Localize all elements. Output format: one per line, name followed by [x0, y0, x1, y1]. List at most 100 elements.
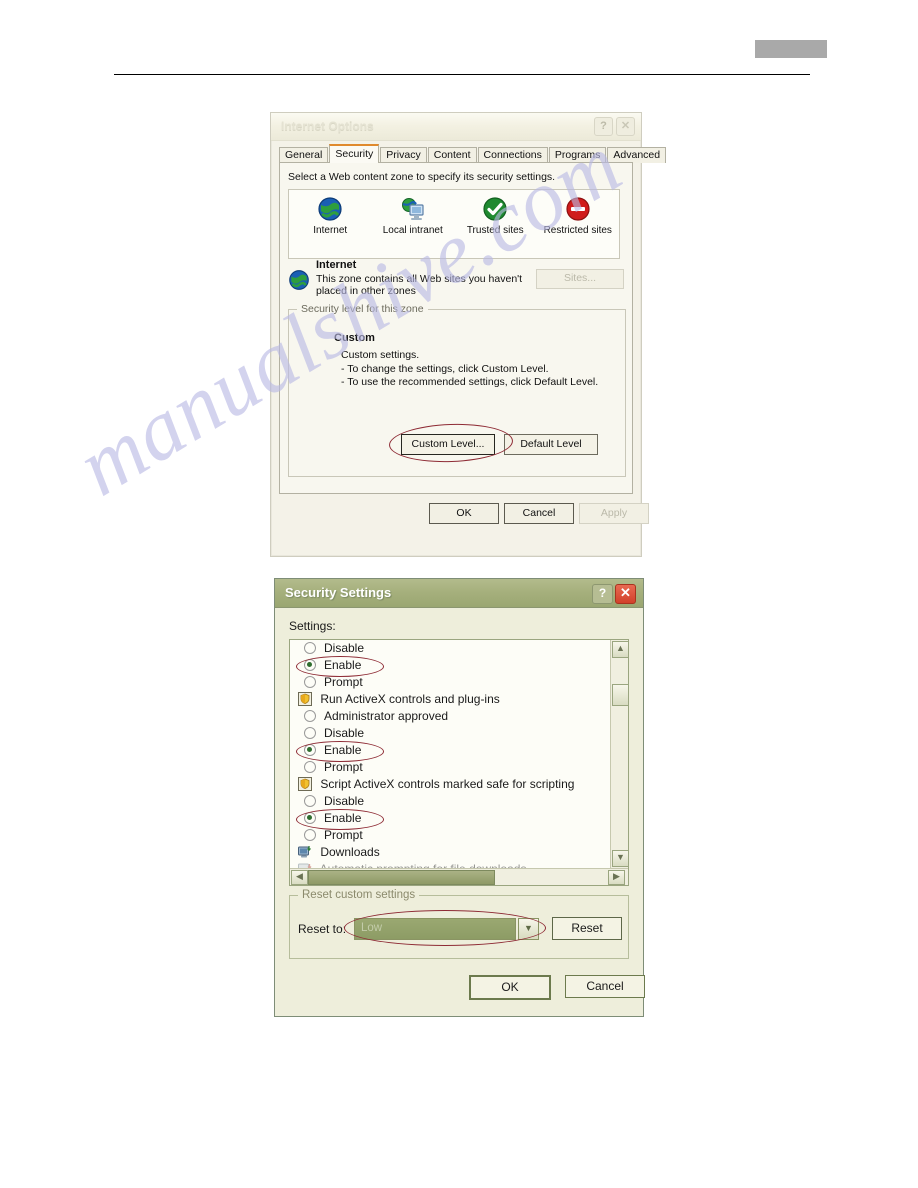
red-minus-icon: [565, 196, 591, 222]
computer-globe-icon: [400, 196, 426, 222]
security-level-line-3: - To use the recommended settings, click…: [341, 376, 599, 388]
list-item[interactable]: Prompt: [290, 827, 610, 844]
page-header: [0, 0, 918, 90]
radio-icon[interactable]: [304, 795, 316, 807]
default-level-button[interactable]: Default Level: [504, 434, 598, 455]
security-settings-titlebar[interactable]: Security Settings ? ✕: [275, 579, 643, 608]
tab-general[interactable]: General: [279, 147, 329, 163]
internet-options-title: Internet Options: [281, 119, 374, 133]
radio-icon[interactable]: [304, 659, 316, 671]
scroll-down-icon[interactable]: ▼: [612, 850, 629, 867]
zone-item-local-intranet[interactable]: Local intranet: [377, 196, 449, 236]
chevron-down-icon[interactable]: ▼: [518, 918, 539, 940]
reset-group-legend: Reset custom settings: [298, 889, 420, 901]
tab-content[interactable]: Content: [427, 147, 477, 163]
security-level-line-1: Custom settings.: [341, 349, 420, 361]
list-item[interactable]: Enable: [290, 809, 610, 830]
zone-selector: Internet Local intranet Trusted sites Re…: [288, 189, 620, 259]
scroll-left-icon[interactable]: ◀: [291, 870, 308, 885]
apply-button[interactable]: Apply: [579, 503, 649, 524]
reset-custom-settings-group: Reset custom settings Reset to: Low ▼ Re…: [289, 889, 629, 959]
list-item-label: Prompt: [324, 760, 363, 774]
horizontal-scrollbar[interactable]: ◀ ▶: [290, 868, 628, 885]
selected-zone-name: Internet: [316, 259, 357, 271]
sites-button[interactable]: Sites...: [536, 269, 624, 289]
reset-to-select[interactable]: Low: [354, 918, 516, 940]
tab-connections[interactable]: Connections: [477, 147, 548, 163]
radio-icon[interactable]: [304, 812, 316, 824]
radio-icon[interactable]: [304, 710, 316, 722]
tab-privacy[interactable]: Privacy: [380, 147, 427, 163]
selected-zone-text: This zone contains all Web sites you hav…: [316, 273, 523, 297]
ok-button[interactable]: OK: [429, 503, 499, 524]
list-item-label: Enable: [324, 811, 362, 825]
radio-icon[interactable]: [304, 761, 316, 773]
radio-icon[interactable]: [304, 642, 316, 654]
radio-icon[interactable]: [304, 829, 316, 841]
zone-intro-text: Select a Web content zone to specify its…: [288, 171, 556, 183]
settings-list-items: Disable Enable Prompt Run ActiveX contro…: [290, 640, 610, 868]
radio-icon[interactable]: [304, 676, 316, 688]
zone-label-internet: Internet: [313, 225, 348, 236]
internet-options-tabstrip: General Security Privacy Content Connect…: [279, 144, 667, 163]
vertical-scrollbar-thumb[interactable]: [612, 684, 629, 706]
reset-to-value: Low: [361, 922, 383, 934]
downloads-icon: [298, 845, 312, 859]
globe-icon: [288, 269, 310, 291]
list-item[interactable]: Downloads: [290, 844, 610, 861]
zone-item-trusted-sites[interactable]: Trusted sites: [459, 196, 531, 236]
list-item-label: Administrator approved: [324, 709, 449, 723]
help-icon[interactable]: ?: [594, 117, 613, 136]
list-item[interactable]: Disable: [290, 793, 610, 810]
list-item[interactable]: Automatic prompting for file downloads: [290, 861, 610, 868]
custom-level-button[interactable]: Custom Level...: [401, 434, 495, 455]
list-item[interactable]: Enable: [290, 656, 610, 677]
zone-label-local-intranet: Local intranet: [382, 225, 443, 236]
header-redaction-box: [755, 40, 827, 58]
list-item[interactable]: Administrator approved: [290, 708, 610, 725]
zone-item-restricted-sites[interactable]: Restricted sites: [542, 196, 614, 236]
list-item[interactable]: Run ActiveX controls and plug-ins: [290, 691, 610, 708]
list-item[interactable]: Prompt: [290, 759, 610, 776]
scroll-right-icon[interactable]: ▶: [608, 870, 625, 885]
list-item-label: Run ActiveX controls and plug-ins: [320, 692, 500, 706]
list-item-label: Prompt: [324, 828, 363, 842]
list-item-label: Disable: [324, 641, 365, 655]
horizontal-scrollbar-thumb[interactable]: [308, 870, 495, 885]
security-settings-title: Security Settings: [285, 585, 392, 600]
list-item[interactable]: Enable: [290, 741, 610, 762]
list-item-label: Enable: [324, 658, 362, 672]
security-level-legend: Security level for this zone: [297, 303, 428, 315]
help-icon[interactable]: ?: [592, 584, 613, 604]
header-divider: [114, 74, 810, 75]
zone-item-internet[interactable]: Internet: [294, 196, 366, 236]
tab-programs[interactable]: Programs: [548, 147, 607, 163]
close-icon[interactable]: ✕: [615, 584, 636, 604]
security-settings-dialog: Security Settings ? ✕ Settings: Disable …: [274, 578, 645, 1017]
close-icon[interactable]: ✕: [616, 117, 635, 136]
list-item[interactable]: Prompt: [290, 674, 610, 691]
security-settings-footer: OK Cancel: [289, 975, 645, 1000]
settings-label: Settings:: [289, 619, 336, 633]
ok-button[interactable]: OK: [469, 975, 551, 1000]
list-item[interactable]: Disable: [290, 725, 610, 742]
internet-options-dialog: Internet Options ? ✕ General Security Pr…: [270, 112, 667, 557]
list-item[interactable]: Script ActiveX controls marked safe for …: [290, 776, 610, 793]
scroll-up-icon[interactable]: ▲: [612, 641, 629, 658]
security-level-line-2: - To change the settings, click Custom L…: [341, 362, 549, 375]
cancel-button[interactable]: Cancel: [565, 975, 645, 998]
reset-button[interactable]: Reset: [552, 917, 622, 940]
internet-options-footer: OK Cancel Apply: [279, 503, 649, 525]
settings-list[interactable]: Disable Enable Prompt Run ActiveX contro…: [289, 639, 629, 886]
list-item-label: Prompt: [324, 675, 363, 689]
radio-icon[interactable]: [304, 727, 316, 739]
cancel-button[interactable]: Cancel: [504, 503, 574, 524]
tab-security[interactable]: Security: [329, 144, 380, 163]
radio-icon[interactable]: [304, 744, 316, 756]
list-item[interactable]: Disable: [290, 640, 610, 657]
security-tab-panel: Select a Web content zone to specify its…: [279, 162, 633, 494]
tab-advanced[interactable]: Advanced: [607, 147, 667, 163]
internet-options-titlebar[interactable]: Internet Options ? ✕: [271, 113, 641, 141]
vertical-scrollbar[interactable]: ▲ ▼: [610, 640, 629, 868]
globe-icon: [317, 196, 343, 222]
